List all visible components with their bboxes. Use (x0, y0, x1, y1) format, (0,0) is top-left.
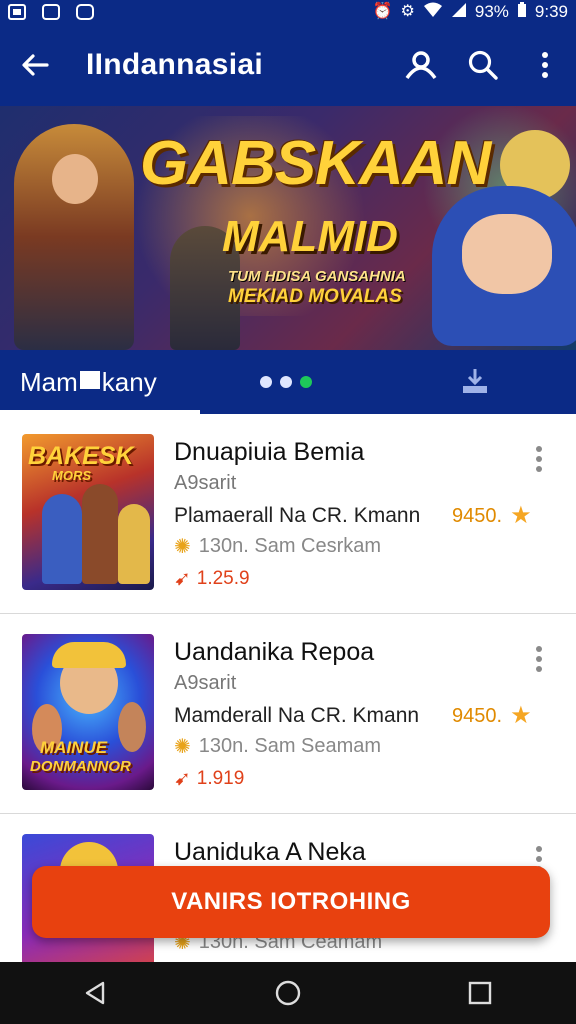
game-price: ➹ 1.25.9 (174, 566, 250, 591)
promo-banner[interactable]: GABSKAAN MALMID TUM HDISA GANSAHNIA MEKI… (0, 106, 576, 350)
download-icon (463, 369, 487, 393)
app-icon (76, 4, 94, 20)
carousel-dots (260, 376, 312, 388)
dot (536, 856, 542, 862)
status-right: ⏰ ⚙ 93% 9:39 (373, 2, 568, 22)
banner-hero-warrior (14, 124, 134, 350)
dot (536, 656, 542, 662)
carousel-dot-active[interactable] (300, 376, 312, 388)
game-developer: A9sarit (174, 672, 237, 694)
wifi-icon (423, 2, 443, 22)
dot (536, 666, 542, 672)
thumbnail-title: BAKESK (28, 442, 134, 470)
banner-subtitle-line1: TUM HDISA GANSAHNIA (228, 268, 406, 285)
game-meta: ✺ 130n. Sam Seamam (174, 734, 381, 759)
system-nav-bar (0, 962, 576, 1024)
download-button[interactable] (460, 366, 490, 396)
carousel-dot[interactable] (260, 376, 272, 388)
nav-recents-button[interactable] (450, 962, 510, 1024)
rating-value: 9450. (452, 704, 503, 727)
game-rating: 9450. ★ (452, 704, 532, 728)
status-left-icons (8, 4, 94, 20)
app-bar-actions (390, 24, 576, 106)
meta-text: 130n. Sam Cesrkam (198, 535, 382, 557)
alarm-icon: ⏰ (372, 3, 393, 20)
gear-icon: ✺ (174, 536, 191, 558)
more-options-button[interactable] (514, 24, 576, 106)
game-name: Dnuapiuia Bemia (174, 438, 365, 466)
dot (536, 646, 542, 652)
banner-title-line1: GABSKAAN (140, 129, 491, 198)
thumbnail-character (118, 504, 150, 584)
photo-icon (42, 4, 60, 20)
thumbnail-hero-hair (52, 642, 126, 668)
game-description: Plamaerall Na CR. Kmann (174, 504, 421, 527)
gallery-icon (8, 4, 26, 20)
hero-face (52, 154, 98, 204)
item-more-button[interactable] (526, 644, 552, 674)
thumbnail-character (118, 702, 146, 752)
game-description: Mamderall Na CR. Kmann (174, 704, 420, 727)
game-thumbnail[interactable]: MAINUE DONMANNOR (22, 634, 154, 790)
banner-title-line2: MALMID (222, 212, 398, 261)
carousel-dot[interactable] (280, 376, 292, 388)
thumbnail-subtitle: MORS (52, 468, 91, 483)
nav-back-button[interactable] (66, 962, 126, 1024)
item-more-button[interactable] (526, 444, 552, 474)
clock: 9:39 (534, 2, 568, 21)
settings-status-icon: ⚙ (400, 3, 415, 20)
tag-icon: ➹ (174, 568, 191, 590)
battery-icon (517, 2, 527, 22)
back-button[interactable] (0, 24, 70, 106)
page-title: IIndannasiai (86, 48, 263, 81)
primary-cta-button[interactable]: VANIRS IOTROHING (32, 866, 550, 938)
account-button[interactable] (390, 24, 452, 106)
banner-subtitle-line2: MEKIAD MOVALAS (228, 286, 402, 307)
recents-square-icon (468, 981, 492, 1005)
list-item[interactable]: BAKESK MORS Dnuapiuia Bemia A9sarit Plam… (0, 414, 576, 614)
tab-label-part2: kany (101, 366, 157, 397)
price-text: 1.25.9 (196, 567, 250, 589)
thumbnail-character (82, 484, 118, 584)
dot (536, 456, 542, 462)
thumbnail-title: MAINUE (40, 738, 108, 757)
gift-icon (79, 371, 100, 389)
dot (536, 846, 542, 852)
thumbnail-character (42, 494, 82, 584)
tab-main[interactable]: Mam kany (0, 350, 200, 414)
game-developer: A9sarit (174, 472, 237, 494)
gear-icon: ✺ (174, 736, 191, 758)
status-bar: ⏰ ⚙ 93% 9:39 (0, 0, 576, 24)
banner-mascot-face (462, 214, 552, 294)
tab-strip: Mam kany (0, 350, 576, 414)
game-meta: ✺ 130n. Sam Cesrkam (174, 534, 381, 559)
search-button[interactable] (452, 24, 514, 106)
game-name: Uaniduka A Neka (174, 838, 366, 866)
app-bar: IIndannasiai (0, 24, 576, 106)
star-icon: ★ (510, 702, 532, 729)
back-triangle-icon (85, 981, 105, 1005)
nav-home-button[interactable] (258, 962, 318, 1024)
thumbnail-subtitle: DONMANNOR (30, 758, 131, 775)
signal-icon (451, 2, 467, 22)
price-text: 1.919 (196, 767, 245, 789)
account-icon (405, 51, 437, 80)
game-thumbnail[interactable]: BAKESK MORS (22, 434, 154, 590)
battery-percent: 93% (474, 2, 509, 21)
meta-text: 130n. Sam Seamam (198, 735, 382, 757)
rating-value: 9450. (452, 504, 503, 527)
list-item[interactable]: MAINUE DONMANNOR Uandanika Repoa A9sarit… (0, 614, 576, 814)
arrow-left-icon (22, 54, 49, 76)
search-icon (468, 50, 498, 80)
tab-label-part1: Mam (20, 366, 78, 397)
home-circle-icon (275, 980, 301, 1006)
game-price: ➹ 1.919 (174, 766, 244, 791)
more-vert-icon (542, 52, 548, 78)
dot (536, 466, 542, 472)
game-name: Uandanika Repoa (174, 638, 375, 666)
star-icon: ★ (510, 502, 532, 529)
tag-icon: ➹ (174, 768, 191, 790)
game-rating: 9450. ★ (452, 504, 532, 528)
dot (536, 446, 542, 452)
